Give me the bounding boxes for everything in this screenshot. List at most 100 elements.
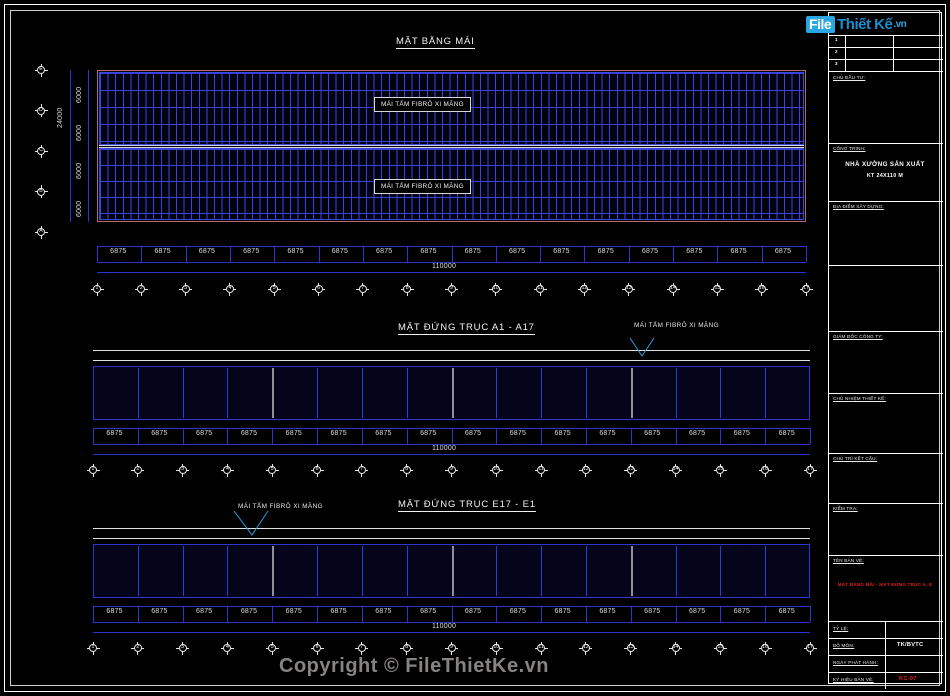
bubble-label: D bbox=[39, 106, 43, 113]
elevation-column-8 bbox=[406, 546, 408, 596]
elevation-column-13 bbox=[630, 368, 633, 418]
elevation-dim-tick-7 bbox=[361, 606, 363, 622]
axis-bubble-1: 1 bbox=[86, 463, 100, 477]
axis-bubble-10: 10 bbox=[489, 641, 503, 655]
tb-footer-caption-dept: BỘ MÔN: bbox=[833, 643, 855, 648]
elevation-dim-tick-15 bbox=[720, 428, 722, 444]
bubble-label: 7 bbox=[360, 466, 364, 473]
axis-bubble-8: 8 bbox=[400, 463, 414, 477]
bubble-label: 9 bbox=[450, 644, 453, 651]
axis-bubble-6: 6 bbox=[310, 641, 324, 655]
elevation-column-12 bbox=[585, 546, 587, 596]
axis-bubble-16: 16 bbox=[758, 463, 772, 477]
elevation-column-6 bbox=[317, 546, 319, 596]
elevation-bay-dim-6: 6875 bbox=[330, 430, 347, 437]
axis-bubble-16: 16 bbox=[755, 282, 769, 296]
tb-caption-location: ĐỊA ĐIỂM XÂY DỰNG: bbox=[833, 204, 884, 209]
bubble-label: 1 bbox=[91, 644, 95, 651]
roof-dim-tick-7 bbox=[362, 246, 364, 262]
bubble-label: 15 bbox=[714, 285, 721, 292]
elevation-dim-tick-last bbox=[810, 606, 811, 622]
tb-divider-15 bbox=[829, 655, 943, 656]
elevation-bay-dim-4: 6875 bbox=[240, 608, 258, 615]
bubble-label: 13 bbox=[627, 644, 634, 651]
roof-bay-dim-13: 6875 bbox=[641, 248, 659, 255]
roof-ridge-line bbox=[99, 145, 804, 146]
axis-bubble-12: 12 bbox=[579, 641, 593, 655]
elevation-dim-tick-16 bbox=[765, 428, 767, 444]
elevation-bay-dim-14: 6875 bbox=[688, 608, 706, 615]
axis-bubble-12: 12 bbox=[579, 463, 593, 477]
axis-bubble-2: 2 bbox=[131, 463, 145, 477]
elevation-bay-dim-10: 6875 bbox=[509, 608, 527, 615]
bubble-label: C bbox=[39, 147, 43, 154]
axis-bubble-11: 11 bbox=[534, 641, 548, 655]
tb-caption-director: GIÁM ĐỐC CÔNG TY: bbox=[833, 334, 883, 339]
axis-bubble-5: 5 bbox=[265, 641, 279, 655]
elevation-e-roof-cap bbox=[93, 528, 810, 539]
elevation-dim-tick-6 bbox=[317, 606, 319, 622]
tb-divider-2 bbox=[829, 47, 943, 48]
elevation-bay-dim-2: 6875 bbox=[151, 430, 168, 437]
elevation-dim-tick-13 bbox=[630, 606, 632, 622]
axis-bubble-8: 8 bbox=[400, 282, 414, 296]
elevation-bay-dim-15: 6875 bbox=[733, 430, 751, 437]
elevation-column-3 bbox=[182, 368, 184, 418]
bubble-label: 3 bbox=[184, 285, 188, 292]
roof-dim-depth-1: 6000 bbox=[76, 86, 83, 103]
bubble-label: 7 bbox=[360, 644, 364, 651]
roof-bay-dim-10: 6875 bbox=[508, 248, 526, 255]
elevation-bay-dim-14: 6875 bbox=[688, 430, 706, 437]
bubble-label: 4 bbox=[225, 644, 229, 651]
tb-divider-1 bbox=[829, 35, 943, 36]
copyright-watermark: Copyright © FileThietKe.vn bbox=[279, 655, 549, 677]
roof-bay-dim-9: 6875 bbox=[464, 248, 482, 255]
elevation-e-dim-total-line bbox=[93, 632, 810, 633]
roof-dim-tick-5 bbox=[274, 246, 276, 262]
elevation-a-material-leader bbox=[629, 337, 655, 357]
bubble-label: 2 bbox=[136, 644, 140, 651]
elevation-e-material-leader bbox=[233, 510, 269, 536]
bubble-label: 17 bbox=[803, 285, 809, 292]
bubble-label: 1 bbox=[95, 285, 99, 292]
bubble-label: 5 bbox=[272, 285, 276, 292]
elevation-column-9 bbox=[451, 546, 454, 596]
elevation-bay-dim-4: 6875 bbox=[240, 430, 258, 437]
axis-bubble-10: 10 bbox=[489, 282, 503, 296]
bubble-label: 6 bbox=[315, 644, 319, 651]
tb-caption-owner: CHỦ ĐẦU TƯ: bbox=[833, 75, 866, 80]
axis-bubble-8: 8 bbox=[400, 641, 414, 655]
axis-bubble-7: 7 bbox=[356, 282, 370, 296]
axis-bubble-1: 1 bbox=[90, 282, 104, 296]
elevation-dim-tick-13 bbox=[630, 428, 632, 444]
roof-bay-dim-5: 6875 bbox=[287, 248, 304, 255]
elevation-column-5 bbox=[272, 546, 275, 596]
elevation-a-title: MẶT ĐỨNG TRỤC A1 - A17 bbox=[398, 322, 535, 335]
bubble-label: 2 bbox=[136, 466, 140, 473]
elevation-bay-dim-8: 6875 bbox=[420, 608, 437, 615]
roof-ridge-line-2 bbox=[99, 147, 804, 148]
elevation-bay-dim-10: 6875 bbox=[509, 430, 527, 437]
elevation-dim-tick-14 bbox=[675, 428, 677, 444]
roof-bay-dim-7: 6875 bbox=[376, 248, 393, 255]
elevation-bay-dim-5: 6875 bbox=[285, 430, 303, 437]
bubble-label: B bbox=[39, 187, 43, 194]
axis-bubble-16: 16 bbox=[758, 641, 772, 655]
bubble-label: 8 bbox=[405, 466, 409, 473]
logo-word: Thiết Kế bbox=[837, 16, 893, 33]
axis-bubble-3: 3 bbox=[179, 282, 193, 296]
elevation-bay-dim-5: 6875 bbox=[285, 608, 303, 615]
elevation-column-12 bbox=[585, 368, 587, 418]
roof-dim-depth-3: 6000 bbox=[76, 162, 83, 179]
bubble-label: 15 bbox=[717, 644, 724, 651]
bubble-label: 6 bbox=[315, 466, 319, 473]
axis-bubble-5: 5 bbox=[267, 282, 281, 296]
bubble-label: A bbox=[39, 228, 43, 235]
elevation-column-3 bbox=[182, 546, 184, 596]
roof-bay-dim-6: 6875 bbox=[331, 248, 349, 255]
elevation-column-4 bbox=[227, 546, 229, 596]
elevation-dim-tick-1 bbox=[93, 606, 94, 622]
axis-bubble-7: 7 bbox=[355, 641, 369, 655]
elevation-e-title: MẶT ĐỨNG TRỤC E17 - E1 bbox=[398, 499, 536, 512]
tb-divider-14 bbox=[829, 638, 943, 639]
